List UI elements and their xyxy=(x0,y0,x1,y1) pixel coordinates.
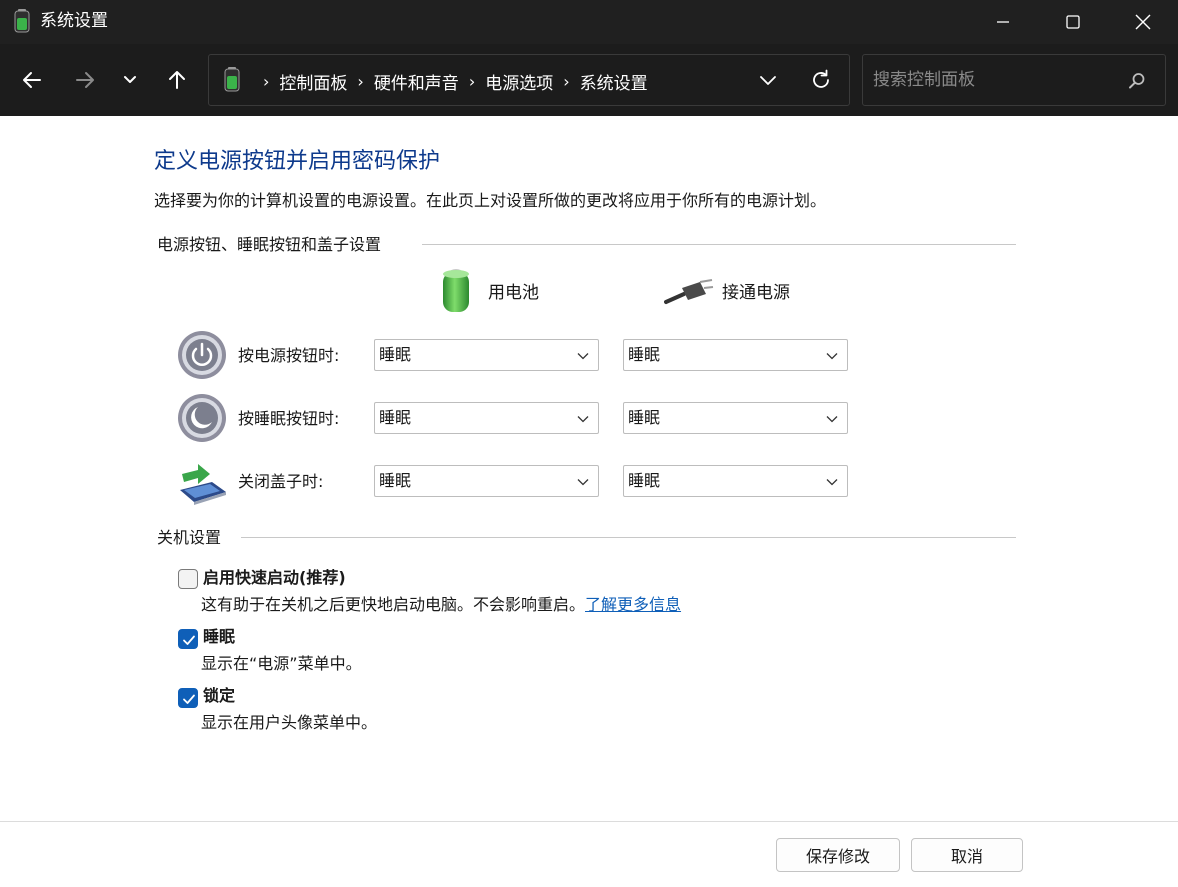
close-button[interactable] xyxy=(1108,0,1178,44)
arrow-up-icon xyxy=(169,71,185,89)
chevron-down-icon xyxy=(826,353,838,360)
fast-startup-checkbox[interactable] xyxy=(178,569,198,589)
lock-checkbox[interactable] xyxy=(178,688,198,708)
row-label-close-lid: 关闭盖子时: xyxy=(238,472,324,491)
minimize-icon xyxy=(997,21,1009,23)
search-input[interactable] xyxy=(873,67,1113,93)
select-value: 睡眠 xyxy=(379,345,412,364)
chevron-down-icon xyxy=(577,416,589,423)
battery-location-icon xyxy=(224,67,240,92)
breadcrumb-separator-icon: › xyxy=(468,72,476,91)
breadcrumb-separator-icon: › xyxy=(563,72,570,91)
learn-more-link[interactable]: 了解更多信息 xyxy=(585,595,681,614)
power-plug-icon xyxy=(664,279,714,304)
battery-icon xyxy=(443,269,469,312)
recent-locations-button[interactable] xyxy=(112,62,148,98)
power-button-plugged-select[interactable]: 睡眠 xyxy=(623,339,848,371)
lock-description: 显示在用户头像菜单中。 xyxy=(201,713,378,732)
window-title: 系统设置 xyxy=(40,11,108,31)
search-box xyxy=(862,54,1166,106)
close-lid-battery-select[interactable]: 睡眠 xyxy=(374,465,599,497)
fast-startup-description: 这有助于在关机之后更快地启动电脑。不会影响重启。了解更多信息 xyxy=(201,595,682,614)
maximize-icon xyxy=(1066,15,1080,29)
row-label-sleep-button: 按睡眠按钮时: xyxy=(238,409,340,428)
address-history-chevron-icon[interactable] xyxy=(757,69,779,91)
sleep-button-battery-select[interactable]: 睡眠 xyxy=(374,402,599,434)
breadcrumb-separator-icon: › xyxy=(357,72,364,91)
laptop-lid-icon xyxy=(180,464,226,505)
close-icon xyxy=(1135,14,1151,30)
chevron-down-icon xyxy=(124,76,136,83)
select-value: 睡眠 xyxy=(628,408,661,427)
sleep-button-plugged-select[interactable]: 睡眠 xyxy=(623,402,848,434)
chevron-down-icon xyxy=(577,479,589,486)
checkmark-icon xyxy=(183,694,195,704)
breadcrumb-separator-icon: › xyxy=(263,72,270,91)
up-button[interactable] xyxy=(159,62,195,98)
section-heading-shutdown: 关机设置 xyxy=(157,528,222,547)
breadcrumb-control-panel[interactable]: 控制面板 xyxy=(279,69,347,94)
row-label-power-button: 按电源按钮时: xyxy=(238,346,340,365)
page-description: 选择要为你的计算机设置的电源设置。在此页上对设置所做的更改将应用于你所有的电源计… xyxy=(154,191,827,210)
power-button-icon xyxy=(178,331,226,379)
back-button[interactable] xyxy=(14,62,50,98)
arrow-left-icon xyxy=(23,72,41,88)
chevron-down-icon xyxy=(826,416,838,423)
chevron-down-icon xyxy=(826,479,838,486)
minimize-button[interactable] xyxy=(968,0,1038,44)
sleep-button-icon xyxy=(178,394,226,442)
breadcrumb: › 控制面板 › 硬件和声音 › 电源选项 › 系统设置 xyxy=(253,69,648,94)
column-label-plugged-in: 接通电源 xyxy=(722,283,790,303)
maximize-button[interactable] xyxy=(1038,0,1108,44)
power-button-battery-select[interactable]: 睡眠 xyxy=(374,339,599,371)
refresh-icon[interactable] xyxy=(809,68,833,92)
arrow-right-icon xyxy=(76,72,94,88)
address-bar[interactable]: › 控制面板 › 硬件和声音 › 电源选项 › 系统设置 xyxy=(208,54,850,106)
cancel-button[interactable]: 取消 xyxy=(911,838,1023,872)
lock-label[interactable]: 锁定 xyxy=(203,685,235,707)
title-bar: 系统设置 xyxy=(0,0,1178,44)
close-lid-plugged-select[interactable]: 睡眠 xyxy=(623,465,848,497)
column-label-battery: 用电池 xyxy=(488,283,539,303)
battery-app-icon xyxy=(14,9,30,33)
navigation-bar: › 控制面板 › 硬件和声音 › 电源选项 › 系统设置 xyxy=(0,44,1178,116)
fast-startup-label[interactable]: 启用快速启动(推荐) xyxy=(203,567,346,589)
save-changes-button[interactable]: 保存修改 xyxy=(776,838,900,872)
breadcrumb-system-settings[interactable]: 系统设置 xyxy=(580,69,648,94)
search-icon[interactable] xyxy=(1127,71,1147,91)
chevron-down-icon xyxy=(577,353,589,360)
select-value: 睡眠 xyxy=(628,345,661,364)
select-value: 睡眠 xyxy=(379,471,412,490)
page-title: 定义电源按钮并启用密码保护 xyxy=(154,149,441,174)
section-divider xyxy=(422,244,1016,245)
footer-divider xyxy=(0,821,1178,822)
breadcrumb-power-options[interactable]: 电源选项 xyxy=(485,69,553,94)
sleep-description: 显示在“电源”菜单中。 xyxy=(201,654,362,673)
section-heading-buttons: 电源按钮、睡眠按钮和盖子设置 xyxy=(157,235,382,254)
sleep-label[interactable]: 睡眠 xyxy=(203,626,235,648)
select-value: 睡眠 xyxy=(628,471,661,490)
checkmark-icon xyxy=(183,635,195,645)
sleep-checkbox[interactable] xyxy=(178,629,198,649)
forward-button[interactable] xyxy=(67,62,103,98)
select-value: 睡眠 xyxy=(379,408,412,427)
breadcrumb-hardware-sound[interactable]: 硬件和声音 xyxy=(374,69,459,94)
section-divider xyxy=(241,537,1016,538)
